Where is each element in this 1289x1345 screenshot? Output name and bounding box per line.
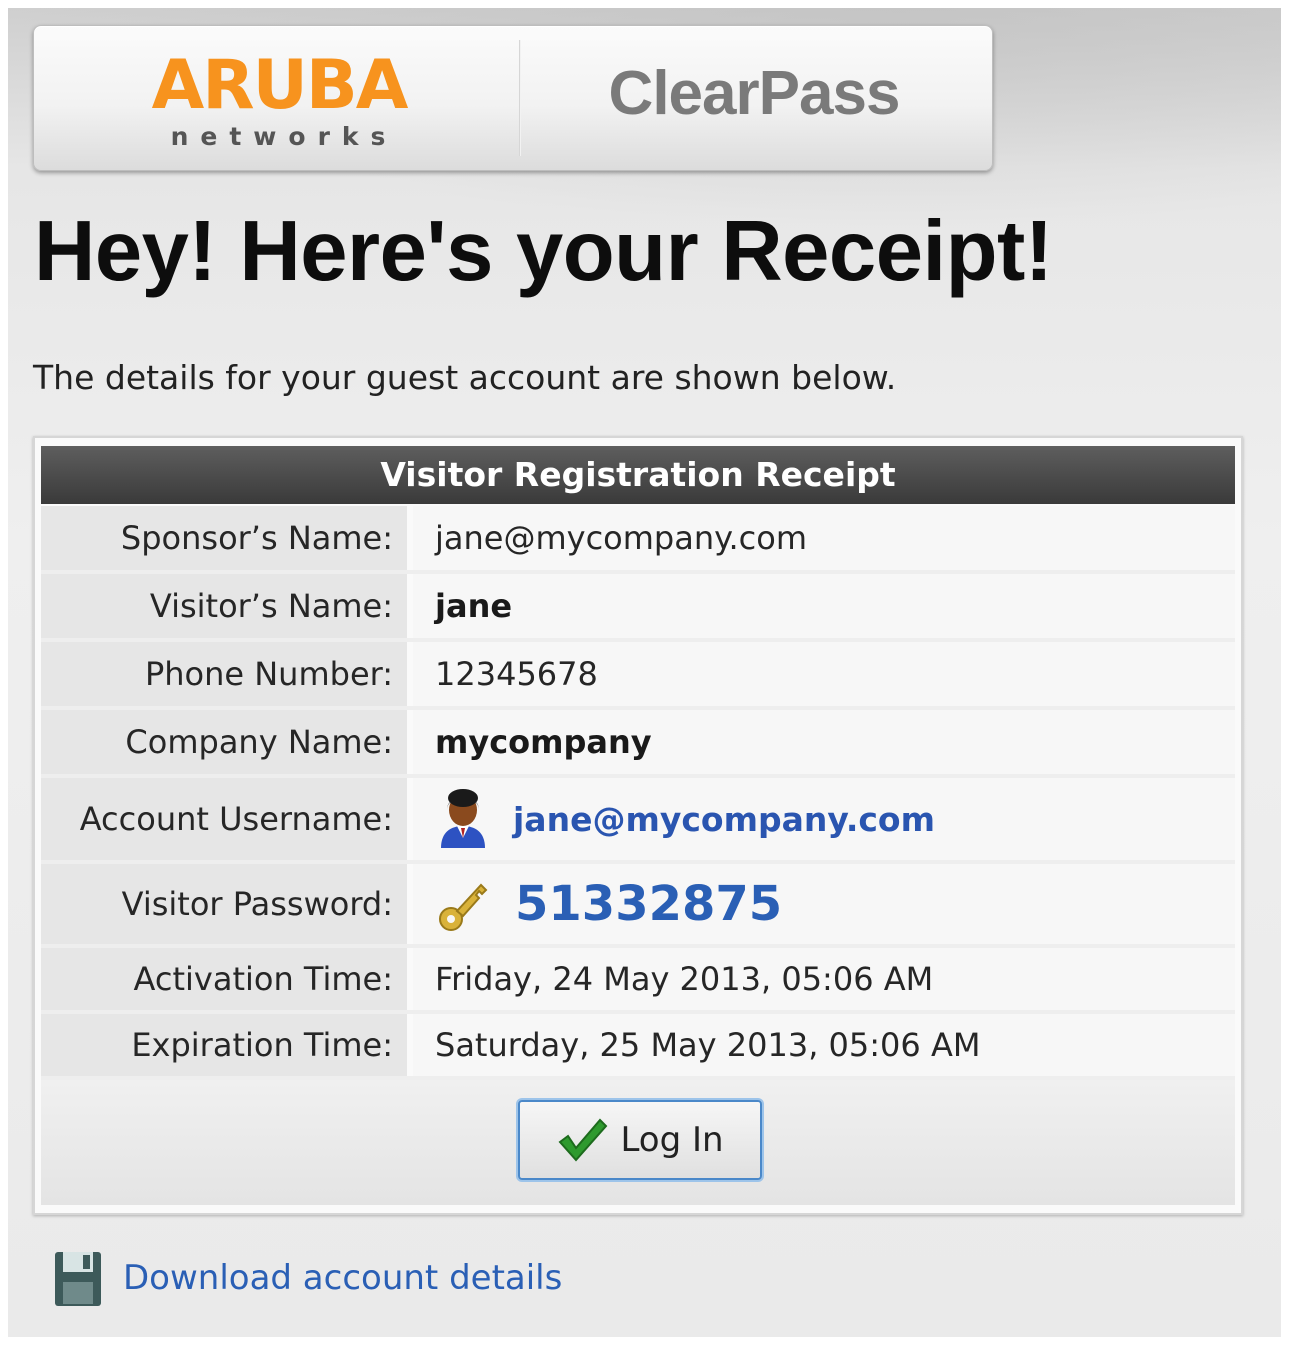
aruba-logo-wordmark: ARUBA — [151, 46, 409, 125]
row-value: jane@mycompany.com — [413, 778, 1235, 860]
log-in-button[interactable]: Log In — [518, 1100, 762, 1180]
intro-text: The details for your guest account are s… — [33, 358, 897, 397]
row-label: Account Username: — [41, 778, 407, 860]
receipt-header: Visitor Registration Receipt — [41, 446, 1235, 504]
header-banner: ARUBA networks ClearPass — [33, 25, 993, 171]
row-value: mycompany — [413, 710, 1235, 774]
aruba-networks-logo: ARUBA networks — [114, 46, 444, 152]
row-value: 51332875 — [413, 864, 1235, 944]
row-expiration-time: Expiration Time: Saturday, 25 May 2013, … — [41, 1014, 1235, 1080]
log-in-label: Log In — [620, 1120, 724, 1160]
download-link-text: Download account details — [123, 1258, 563, 1298]
row-account-username: Account Username: jane@mycompany.com — [41, 778, 1235, 864]
row-phone-number: Phone Number: 12345678 — [41, 642, 1235, 710]
row-value: Friday, 24 May 2013, 05:06 AM — [413, 948, 1235, 1010]
floppy-disk-icon — [53, 1248, 103, 1308]
row-label: Phone Number: — [41, 642, 407, 706]
row-value: 12345678 — [413, 642, 1235, 706]
page-title: Hey! Here's your Receipt! — [34, 204, 1053, 299]
key-icon — [435, 871, 491, 937]
page-background: ARUBA networks ClearPass Hey! Here's you… — [8, 8, 1281, 1337]
row-visitor-password: Visitor Password: 51332875 — [41, 864, 1235, 948]
row-activation-time: Activation Time: Friday, 24 May 2013, 05… — [41, 948, 1235, 1014]
row-value: jane — [413, 574, 1235, 638]
button-area: Log In — [41, 1080, 1235, 1205]
row-label: Visitor Password: — [41, 864, 407, 944]
row-visitor-name: Visitor’s Name: jane — [41, 574, 1235, 642]
checkmark-icon — [556, 1116, 608, 1164]
account-username-value: jane@mycompany.com — [513, 799, 935, 839]
row-value: jane@mycompany.com — [413, 506, 1235, 570]
row-label: Sponsor’s Name: — [41, 506, 407, 570]
row-label: Expiration Time: — [41, 1014, 407, 1076]
clearpass-product-name: ClearPass — [608, 59, 901, 128]
row-label: Company Name: — [41, 710, 407, 774]
visitor-password-value: 51332875 — [515, 876, 783, 932]
row-company-name: Company Name: mycompany — [41, 710, 1235, 778]
receipt-table: Visitor Registration Receipt Sponsor’s N… — [33, 436, 1243, 1215]
row-sponsor-name: Sponsor’s Name: jane@mycompany.com — [41, 506, 1235, 574]
user-icon — [435, 786, 491, 852]
banner-divider — [519, 40, 521, 156]
row-label: Activation Time: — [41, 948, 407, 1010]
row-value: Saturday, 25 May 2013, 05:06 AM — [413, 1014, 1235, 1076]
download-account-details-link[interactable]: Download account details — [53, 1248, 562, 1308]
aruba-logo-subtext: networks — [170, 122, 398, 151]
row-label: Visitor’s Name: — [41, 574, 407, 638]
